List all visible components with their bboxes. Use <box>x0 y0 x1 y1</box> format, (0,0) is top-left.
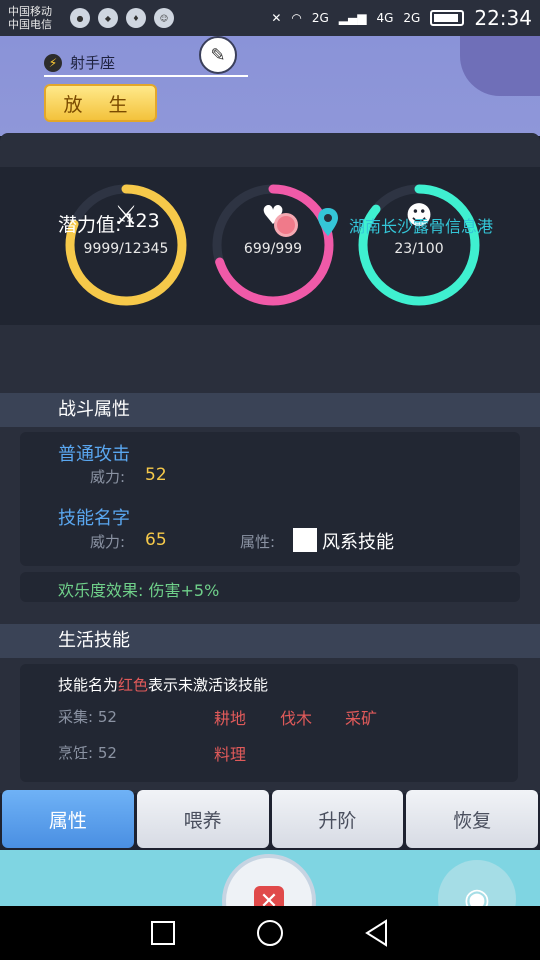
triangle-back-icon <box>364 919 387 947</box>
status-bar: 中国移动 中国电信 ● ◆ ♦ ☺ ✕ ◠ 2G ▂▄▆ 4G 2G 22:34 <box>0 0 540 36</box>
wifi-icon: ◠ <box>291 11 302 25</box>
network-2g-label: 2G <box>311 11 329 25</box>
system-nav-bar <box>0 906 540 960</box>
joy-value: 23/100 <box>394 241 444 257</box>
skill-power: 65 <box>145 530 167 550</box>
signal-icon: ▂▄▆ <box>338 11 367 25</box>
life-note-suffix: 表示未激活该技能 <box>148 676 269 694</box>
life-note-red: 红色 <box>118 676 149 694</box>
location-badge-icon[interactable] <box>274 213 298 237</box>
life-skill-farm[interactable]: 耕地 <box>214 705 246 729</box>
carrier-2: 中国电信 <box>8 18 52 31</box>
tab-recover[interactable]: 恢复 <box>406 790 538 848</box>
joy-effect: 欢乐度效果: 伤害+5% <box>58 581 220 600</box>
pencil-icon: ✎ <box>210 44 226 66</box>
tab-upgrade[interactable]: 升阶 <box>271 790 404 848</box>
heart-icon: ♥ <box>261 201 285 231</box>
cook-label: 烹饪: 52 <box>58 744 117 762</box>
decorative-shape <box>460 36 540 96</box>
network-2g-label-2: 2G <box>403 11 421 25</box>
map-pin-icon <box>318 208 338 236</box>
constellation-row: ⚡ 射手座 <box>44 52 115 73</box>
mute-icon: ✕ <box>271 11 282 25</box>
constellation-name: 射手座 <box>70 54 116 72</box>
diamond-notification-icon: ♦ <box>126 8 146 28</box>
carrier-1: 中国移动 <box>8 5 52 18</box>
tab-feed[interactable]: 喂养 <box>136 790 269 848</box>
battle-section-header: 战斗属性 <box>0 393 540 427</box>
lightning-icon: ⚡ <box>44 53 62 72</box>
potential-value: 123 <box>123 210 160 232</box>
potential-row: 潜力值: 123 <box>58 210 160 237</box>
network-4g-label: 4G <box>376 11 394 25</box>
normal-attack-power: 52 <box>145 465 167 485</box>
tab-attributes[interactable]: 属性 <box>2 790 134 848</box>
life-skill-mining[interactable]: 采矿 <box>345 705 377 729</box>
attack-value: 9999/12345 <box>83 241 169 257</box>
shield-notification-icon: ◆ <box>98 8 118 28</box>
health-ring: ♥ 699/999 <box>211 183 335 307</box>
life-note-prefix: 技能名为 <box>58 676 119 694</box>
carrier-labels: 中国移动 中国电信 <box>8 5 66 31</box>
normal-attack-name: 普通攻击 <box>58 444 130 465</box>
square-icon <box>151 921 176 945</box>
skill-name: 技能名字 <box>58 508 130 529</box>
clock: 22:34 <box>474 6 532 30</box>
avatar-notification-icon: ☺ <box>154 8 174 28</box>
skill-attr-value: 风系技能 <box>322 532 394 553</box>
status-right: ✕ ◠ 2G ▂▄▆ 4G 2G 22:34 <box>271 6 532 30</box>
recent-apps-button[interactable] <box>148 918 178 948</box>
skill-power-label: 威力: <box>90 533 126 551</box>
tab-bar: 属性 喂养 升阶 恢复 <box>0 790 540 848</box>
potential-label: 潜力值: <box>58 214 122 236</box>
battery-icon <box>430 10 465 26</box>
attack-ring: ⚔ 9999/12345 <box>64 183 188 307</box>
skill-attr-label: 属性: <box>240 533 276 551</box>
life-skill-cooking[interactable]: 料理 <box>214 741 246 765</box>
life-skill-lumber[interactable]: 伐木 <box>280 705 312 729</box>
joy-ring: ☻ 23/100 <box>357 183 481 307</box>
edit-button[interactable]: ✎ <box>199 36 237 74</box>
gather-label: 采集: 52 <box>58 708 117 726</box>
back-button[interactable] <box>362 918 392 948</box>
app-notification-icon: ● <box>70 8 90 28</box>
stats-area: ⚔ 9999/12345 ♥ 699/999 ☻ 23/100 <box>0 167 540 325</box>
life-section-header: 生活技能 <box>0 624 540 658</box>
skill-attr-icon <box>293 528 317 552</box>
location-text[interactable]: 湖南长沙露骨信息港 <box>349 213 493 237</box>
home-button[interactable] <box>255 918 285 948</box>
health-value: 699/999 <box>243 241 303 257</box>
constellation-underline <box>44 75 248 77</box>
life-skill-note: 技能名为红色表示未激活该技能 <box>58 674 268 695</box>
notification-icons: ● ◆ ♦ ☺ <box>70 8 174 28</box>
circle-icon <box>256 920 283 946</box>
release-button[interactable]: 放 生 <box>44 84 157 122</box>
normal-attack-power-label: 威力: <box>90 468 126 486</box>
